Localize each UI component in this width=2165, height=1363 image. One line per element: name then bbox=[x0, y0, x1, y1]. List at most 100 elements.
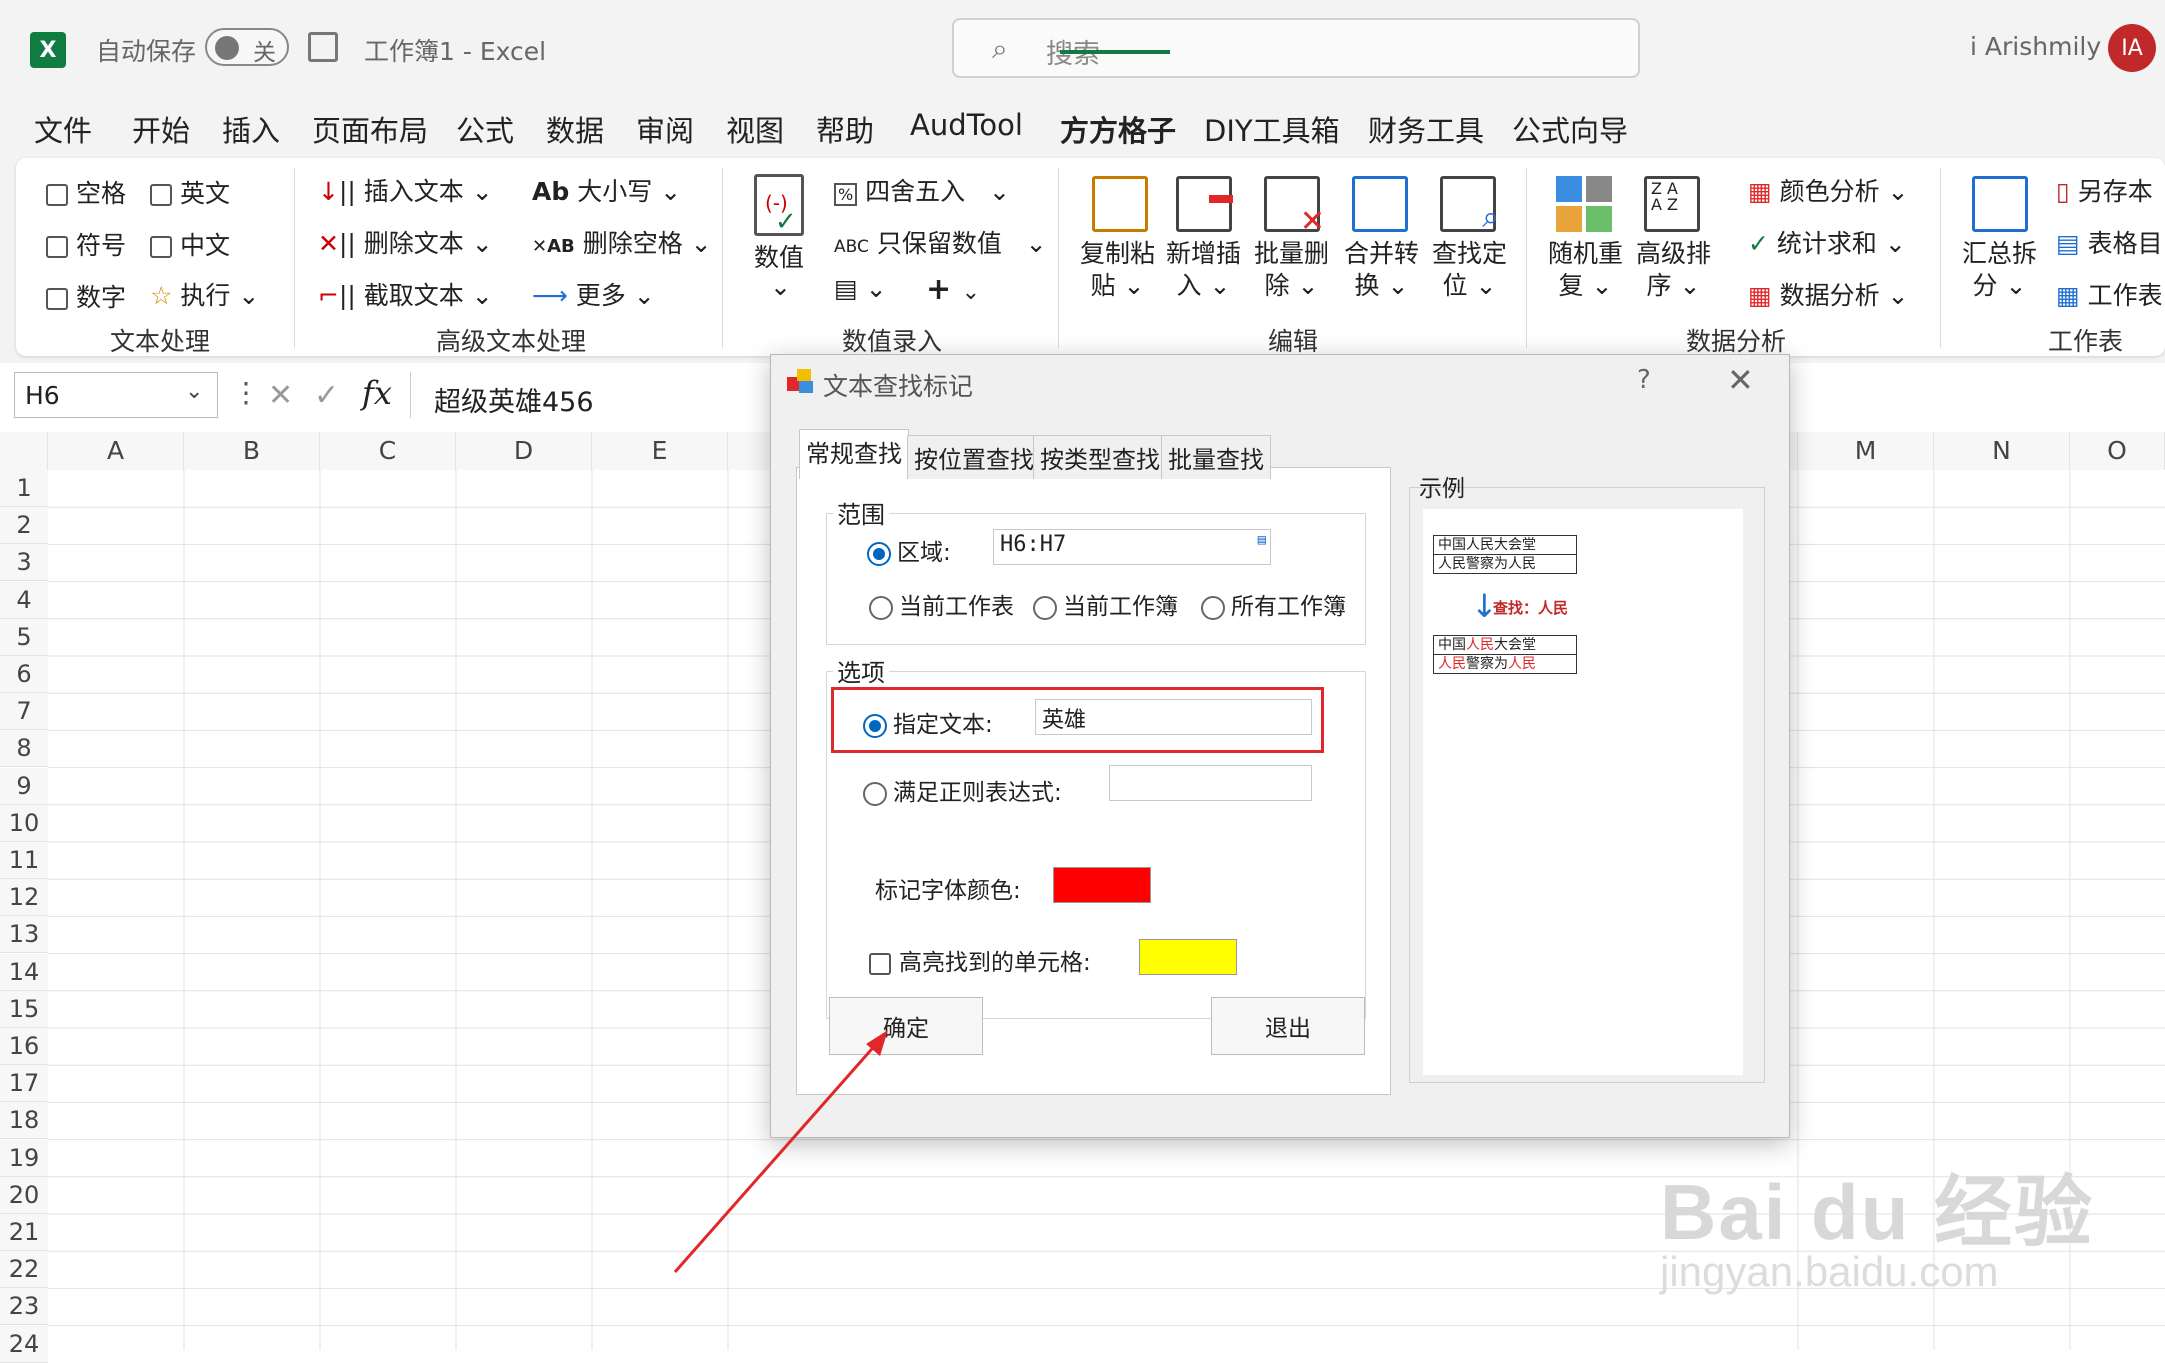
insert-rows-icon[interactable] bbox=[1176, 176, 1233, 232]
row-header[interactable]: 12 bbox=[0, 879, 48, 917]
tab-position-find[interactable]: 按位置查找 bbox=[907, 435, 1041, 479]
radio-region[interactable]: 区域: bbox=[867, 533, 951, 567]
exit-button[interactable]: 退出 bbox=[1211, 997, 1365, 1055]
menu-page-layout[interactable]: 页面布局 bbox=[312, 108, 428, 150]
row-header[interactable]: 14 bbox=[0, 953, 48, 991]
avatar[interactable]: IA bbox=[2108, 24, 2156, 72]
chevron-down-icon[interactable]: ⌄ bbox=[185, 379, 203, 404]
row-header[interactable]: 22 bbox=[0, 1251, 48, 1289]
advanced-sort-button[interactable]: 高级排序 ⌄ bbox=[1636, 238, 1711, 302]
column-header[interactable]: E bbox=[592, 432, 728, 470]
save-icon[interactable] bbox=[308, 32, 338, 62]
radio-current-sheet[interactable]: 当前工作表 bbox=[869, 587, 1014, 621]
search-box[interactable]: ⌕ 搜索 bbox=[952, 18, 1640, 78]
range-select-icon[interactable]: ▤ bbox=[1258, 532, 1266, 548]
row-header[interactable]: 4 bbox=[0, 581, 48, 619]
menu-formulas[interactable]: 公式 bbox=[456, 108, 514, 150]
row-header[interactable]: 8 bbox=[0, 730, 48, 768]
data-analysis-button[interactable]: ▦ 数据分析 ⌄ bbox=[1748, 276, 1909, 312]
row-header[interactable]: 23 bbox=[0, 1288, 48, 1326]
check-number[interactable]: 数字 bbox=[46, 278, 126, 314]
row-header[interactable]: 17 bbox=[0, 1065, 48, 1103]
row-header[interactable]: 15 bbox=[0, 990, 48, 1028]
row-header[interactable]: 9 bbox=[0, 767, 48, 805]
row-header[interactable]: 19 bbox=[0, 1139, 48, 1177]
execute-button[interactable]: ☆ 执行 ⌄ bbox=[150, 276, 259, 312]
sheet-button[interactable]: ▦ 工作表 bbox=[2056, 276, 2163, 312]
menu-insert[interactable]: 插入 bbox=[222, 108, 280, 150]
row-header[interactable]: 3 bbox=[0, 544, 48, 582]
row-header[interactable]: 24 bbox=[0, 1325, 48, 1363]
table-dir-button[interactable]: ▤ 表格目 bbox=[2056, 224, 2163, 260]
specified-text-input[interactable]: 英雄 bbox=[1035, 699, 1312, 735]
column-header[interactable]: M bbox=[1798, 432, 1934, 470]
menu-data[interactable]: 数据 bbox=[546, 108, 604, 150]
advanced-sort-icon[interactable]: Z AA Z bbox=[1644, 176, 1700, 232]
find-locate-icon[interactable]: ⌕ bbox=[1440, 176, 1499, 235]
radio-all-books[interactable]: 所有工作簿 bbox=[1201, 587, 1346, 621]
insert-text-button[interactable]: ↓|| 插入文本 ⌄ bbox=[318, 172, 493, 208]
region-input[interactable]: H6:H7 ▤ bbox=[993, 529, 1271, 565]
row-header[interactable]: 13 bbox=[0, 916, 48, 954]
delete-text-button[interactable]: ✕|| 删除文本 ⌄ bbox=[318, 224, 493, 260]
merge-convert-icon[interactable] bbox=[1352, 176, 1408, 232]
add-button[interactable]: + ⌄ bbox=[926, 272, 980, 307]
insert-rows-button[interactable]: 新增插入 ⌄ bbox=[1166, 238, 1241, 302]
merge-convert-button[interactable]: 合并转换 ⌄ bbox=[1344, 238, 1419, 302]
menu-home[interactable]: 开始 bbox=[132, 108, 190, 150]
row-header[interactable]: 21 bbox=[0, 1214, 48, 1251]
more-button[interactable]: ⟶ 更多 ⌄ bbox=[532, 276, 655, 312]
summary-split-icon[interactable] bbox=[1972, 176, 2028, 232]
row-header[interactable]: 20 bbox=[0, 1176, 48, 1214]
find-locate-button[interactable]: 查找定位 ⌄ bbox=[1432, 238, 1507, 302]
check-english[interactable]: 英文 bbox=[150, 174, 230, 210]
menu-formula-wizard[interactable]: 公式向导 bbox=[1512, 108, 1628, 150]
font-color-swatch[interactable] bbox=[1053, 867, 1151, 903]
value-chevron-icon[interactable]: ⌄ bbox=[770, 272, 791, 301]
round-button[interactable]: % 四舍五入 ⌄ bbox=[834, 172, 1010, 208]
column-header[interactable]: A bbox=[48, 432, 184, 470]
menu-review[interactable]: 审阅 bbox=[636, 108, 694, 150]
value-icon[interactable]: (-) ✓ bbox=[754, 174, 804, 237]
enter-icon[interactable]: ✓ bbox=[314, 378, 339, 413]
row-header[interactable]: 11 bbox=[0, 842, 48, 879]
formula-input[interactable]: 超级英雄456 bbox=[434, 380, 594, 419]
batch-delete-icon[interactable]: ✕ bbox=[1264, 176, 1325, 239]
column-header[interactable]: D bbox=[456, 432, 592, 470]
column-header[interactable]: C bbox=[320, 432, 456, 470]
menu-view[interactable]: 视图 bbox=[726, 108, 784, 150]
menu-diy[interactable]: DIY工具箱 bbox=[1204, 108, 1340, 150]
random-repeat-icon[interactable] bbox=[1556, 176, 1612, 232]
keep-number-button[interactable]: ABC 只保留数值 ⌄ bbox=[834, 224, 1047, 260]
more-options-icon[interactable]: ⋮ bbox=[232, 376, 260, 409]
copy-paste-icon[interactable] bbox=[1092, 176, 1148, 232]
radio-current-book[interactable]: 当前工作簿 bbox=[1033, 587, 1178, 621]
menu-finance[interactable]: 财务工具 bbox=[1368, 108, 1484, 150]
check-space[interactable]: 空格 bbox=[46, 174, 126, 210]
check-highlight-cells[interactable]: 高亮找到的单元格: bbox=[869, 943, 1091, 977]
insert-function-icon[interactable]: fx bbox=[362, 374, 392, 412]
radio-specified-text[interactable]: 指定文本: bbox=[863, 705, 993, 739]
user-name[interactable]: i Arishmily bbox=[1970, 32, 2101, 61]
color-analysis-button[interactable]: ▦ 颜色分析 ⌄ bbox=[1748, 172, 1909, 208]
row-header[interactable]: 5 bbox=[0, 618, 48, 656]
case-button[interactable]: Ab 大小写 ⌄ bbox=[532, 172, 681, 208]
menu-audtool[interactable]: AudTool bbox=[910, 108, 1023, 142]
menu-help[interactable]: 帮助 bbox=[816, 108, 874, 150]
check-symbol[interactable]: 符号 bbox=[46, 226, 126, 262]
extract-text-button[interactable]: ⌐|| 截取文本 ⌄ bbox=[318, 276, 493, 312]
value-button[interactable]: 数值 bbox=[754, 238, 804, 274]
menu-file[interactable]: 文件 bbox=[34, 108, 92, 150]
row-header[interactable]: 6 bbox=[0, 656, 48, 693]
trim-button[interactable]: ✕AB 删除空格 ⌄ bbox=[532, 224, 712, 260]
check-chinese[interactable]: 中文 bbox=[150, 226, 230, 262]
copy-paste-button[interactable]: 复制粘贴 ⌄ bbox=[1080, 238, 1155, 302]
column-header[interactable]: O bbox=[2070, 432, 2165, 470]
autosave-toggle[interactable]: 关 bbox=[205, 28, 289, 66]
tab-type-find[interactable]: 按类型查找 bbox=[1033, 435, 1167, 479]
summary-split-button[interactable]: 汇总拆分 ⌄ bbox=[1962, 238, 2037, 302]
column-header[interactable]: N bbox=[1934, 432, 2070, 470]
regex-input[interactable] bbox=[1109, 765, 1312, 801]
cancel-icon[interactable]: ✕ bbox=[268, 378, 293, 413]
row-header[interactable]: 7 bbox=[0, 693, 48, 731]
